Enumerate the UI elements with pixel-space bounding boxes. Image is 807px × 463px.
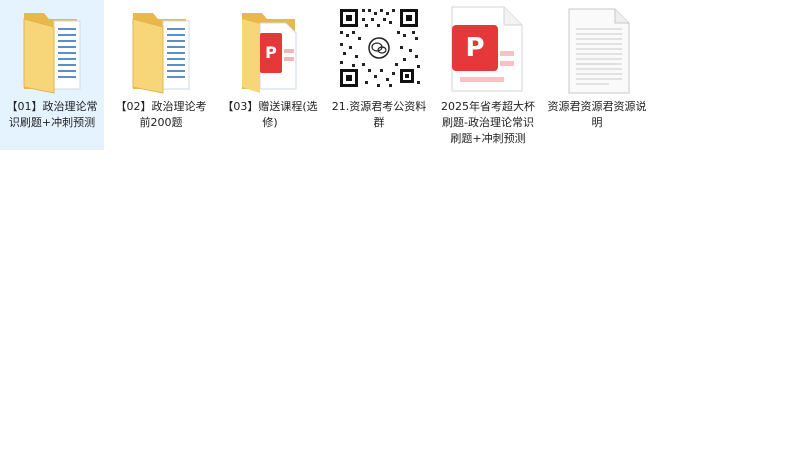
file-item-folder-03[interactable]: P 【03】赠送课程(选修) <box>218 0 322 150</box>
text-document-icon <box>549 3 645 97</box>
svg-text:P: P <box>265 43 277 62</box>
folder-icon <box>4 3 100 97</box>
file-name: 【02】政治理论考前200题 <box>115 100 207 129</box>
file-name: 【01】政治理论常识刷题+冲刺预测 <box>6 100 98 129</box>
svg-text:P: P <box>465 33 484 63</box>
file-item-folder-02[interactable]: 【02】政治理论考前200题 <box>109 0 213 150</box>
file-item-folder-01[interactable]: 【01】政治理论常识刷题+冲刺预测 <box>0 0 104 150</box>
qr-code-thumbnail <box>331 3 427 97</box>
file-name: 2025年省考超大杯刷题-政治理论常识刷题+冲刺预测 <box>441 100 535 145</box>
file-item-qr-image[interactable]: 21.资源君考公资料群 <box>327 0 431 150</box>
file-name: 21.资源君考公资料群 <box>331 100 427 129</box>
folder-icon <box>113 3 209 97</box>
file-item-text-document[interactable]: 资源君资源君资源说明 <box>545 0 649 150</box>
pdf-file-icon: P <box>440 3 536 97</box>
file-name: 【03】赠送课程(选修) <box>222 100 318 129</box>
folder-with-pdf-icon: P <box>222 3 318 97</box>
file-view: 【01】政治理论常识刷题+冲刺预测 【02】政治理论考前200题 P 【03】赠… <box>0 0 807 463</box>
file-item-pdf[interactable]: P 2025年省考超大杯刷题-政治理论常识刷题+冲刺预测 <box>436 0 540 150</box>
file-name: 资源君资源君资源说明 <box>547 100 647 129</box>
